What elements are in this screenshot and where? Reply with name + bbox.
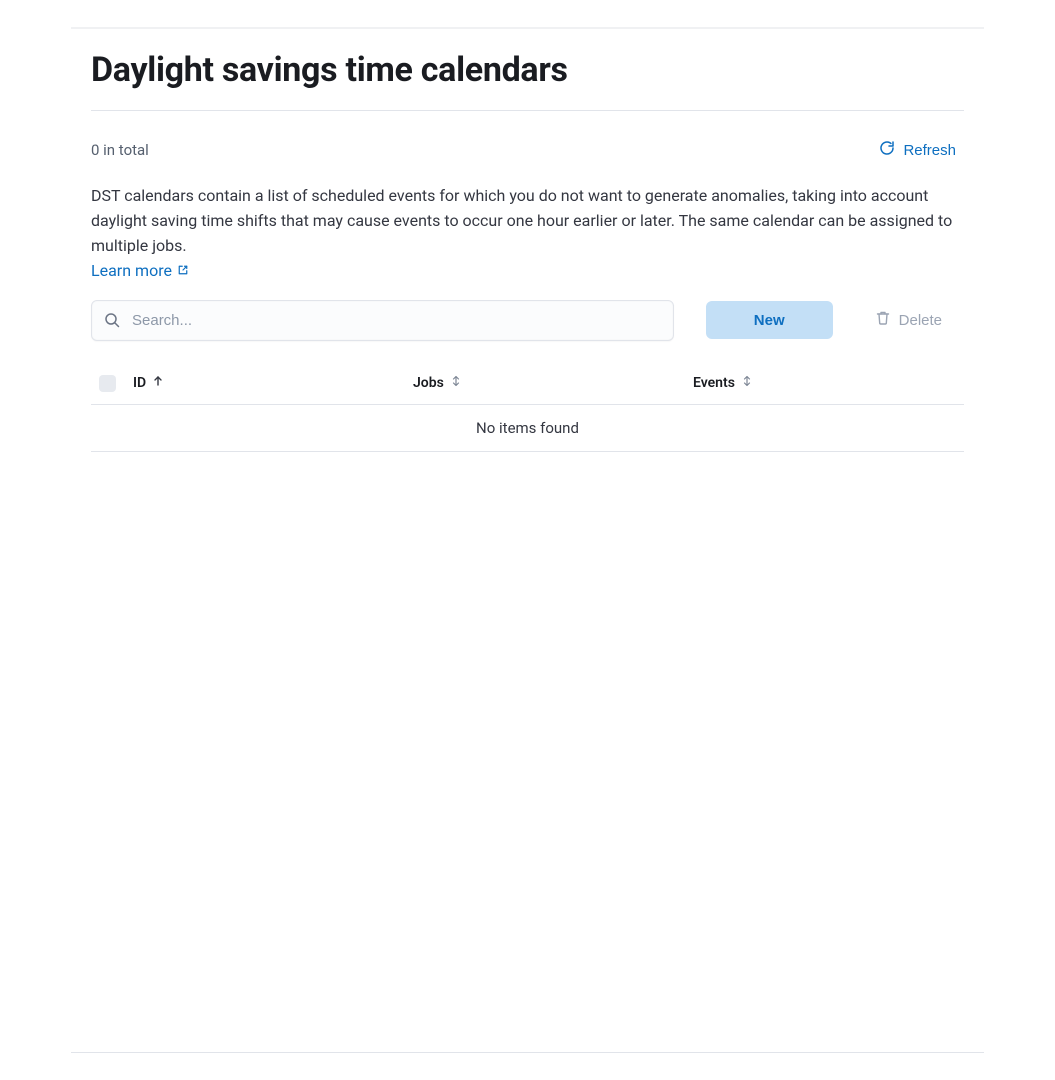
refresh-button[interactable]: Refresh [879, 140, 964, 160]
sort-ascending-icon [152, 375, 164, 391]
search-input[interactable] [91, 300, 674, 341]
footer-divider [71, 1052, 984, 1053]
column-header-id[interactable]: ID [133, 375, 413, 391]
top-divider [71, 27, 984, 29]
table-empty-message: No items found [91, 405, 964, 452]
sort-neutral-icon [450, 375, 462, 391]
new-button[interactable]: New [706, 301, 833, 339]
delete-label: Delete [899, 312, 942, 329]
page-title: Daylight savings time calendars [91, 48, 964, 92]
table-header-row: ID Jobs Eve [91, 365, 964, 405]
search-field[interactable] [91, 300, 674, 341]
column-events-label: Events [693, 375, 735, 391]
external-link-icon [177, 261, 189, 280]
learn-more-label: Learn more [91, 261, 172, 280]
column-header-events[interactable]: Events [693, 375, 956, 391]
select-all-checkbox[interactable] [99, 375, 133, 392]
total-count-label: 0 in total [91, 141, 149, 159]
title-divider [91, 110, 964, 111]
refresh-label: Refresh [903, 142, 956, 159]
learn-more-link[interactable]: Learn more [91, 261, 189, 280]
column-jobs-label: Jobs [413, 375, 444, 391]
column-header-jobs[interactable]: Jobs [413, 375, 693, 391]
delete-button[interactable]: Delete [865, 310, 964, 330]
column-id-label: ID [133, 375, 146, 391]
trash-icon [875, 310, 891, 330]
calendars-table: ID Jobs Eve [91, 365, 964, 452]
sort-neutral-icon [741, 375, 753, 391]
refresh-icon [879, 140, 895, 160]
page-description: DST calendars contain a list of schedule… [91, 184, 964, 258]
